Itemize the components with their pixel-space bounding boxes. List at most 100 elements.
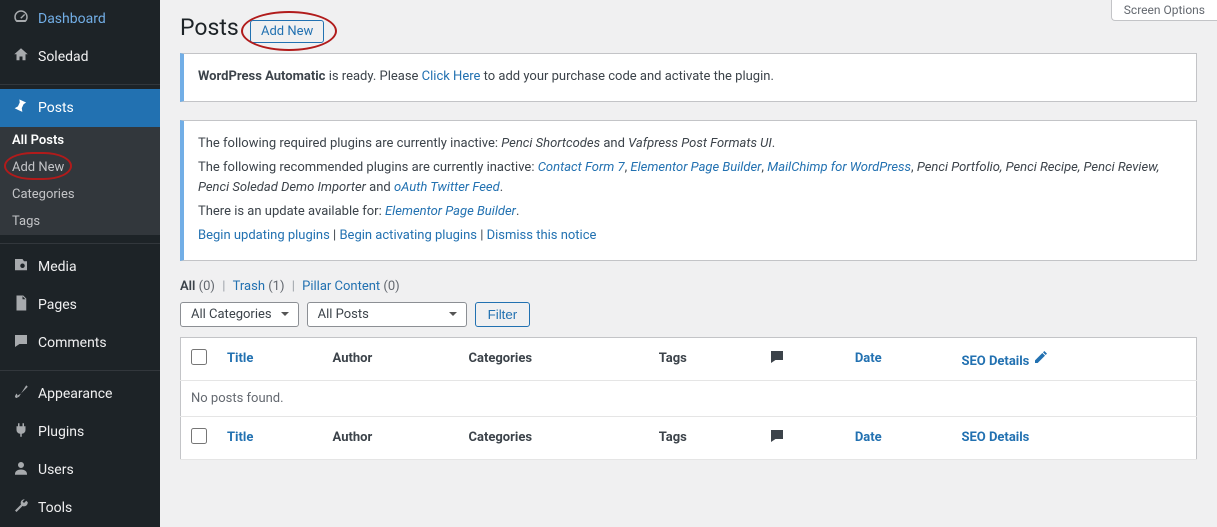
sidebar-item-label: Pages: [38, 297, 77, 313]
sidebar-separator: [0, 80, 160, 85]
sidebar-item-label: Posts: [38, 100, 74, 116]
view-trash-count: (1): [268, 279, 284, 294]
sidebar-item-comments[interactable]: Comments: [0, 324, 160, 362]
notice-text: and: [600, 136, 628, 151]
col-seo[interactable]: SEO Details: [951, 416, 1196, 459]
col-tags: Tags: [649, 337, 759, 380]
notice-em: Penci Shortcodes: [501, 136, 600, 151]
col-title[interactable]: Title: [217, 416, 323, 459]
main-content: Screen Options Posts Add New WordPress A…: [160, 0, 1217, 527]
comment-icon: [768, 434, 786, 449]
notice-text: is ready. Please: [329, 69, 422, 84]
sidebar-item-label: Appearance: [38, 386, 112, 402]
select-all-checkbox-footer[interactable]: [191, 428, 207, 444]
page-title: Posts: [180, 14, 239, 41]
notice-strong: WordPress Automatic: [198, 69, 329, 84]
view-trash[interactable]: Trash: [233, 279, 265, 294]
pencil-icon: [1033, 354, 1049, 369]
view-pillar-count: (0): [383, 279, 399, 294]
sidebar-item-label: Soledad: [38, 49, 89, 65]
sidebar-item-appearance[interactable]: Appearance: [0, 375, 160, 413]
col-categories: Categories: [459, 337, 649, 380]
sidebar-submenu-posts: All Posts Add New Categories Tags: [0, 127, 160, 235]
notice-text: to add your purchase code and activate t…: [480, 69, 773, 84]
notice-text: There is an update available for:: [198, 204, 385, 219]
view-pillar[interactable]: Pillar Content: [302, 279, 380, 294]
select-all-checkbox[interactable]: [191, 349, 207, 365]
notice-link-click-here[interactable]: Click Here: [422, 69, 481, 84]
sidebar-item-label: Plugins: [38, 424, 84, 440]
wrench-icon: [12, 497, 30, 519]
submenu-all-posts[interactable]: All Posts: [0, 127, 160, 154]
page-icon: [12, 294, 30, 316]
sidebar-item-label: Media: [38, 259, 77, 275]
submenu-add-new[interactable]: Add New: [0, 154, 160, 181]
media-icon: [12, 256, 30, 278]
brush-icon: [12, 383, 30, 405]
notice-link[interactable]: MailChimp for WordPress: [767, 160, 911, 175]
table-footer-row: Title Author Categories Tags Date SEO De…: [181, 416, 1197, 459]
sidebar-item-label: Tools: [38, 500, 72, 516]
notice-link[interactable]: Elementor Page Builder: [385, 204, 516, 219]
posts-table: Title Author Categories Tags Date SEO De…: [180, 337, 1197, 460]
submenu-tags[interactable]: Tags: [0, 208, 160, 235]
list-views: All (0) | Trash (1) | Pillar Content (0): [180, 279, 1197, 294]
link-begin-activating[interactable]: Begin activating plugins: [339, 228, 477, 243]
gauge-icon: [12, 8, 30, 30]
col-author: Author: [323, 337, 459, 380]
screen-options-button[interactable]: Screen Options: [1111, 0, 1217, 21]
col-date[interactable]: Date: [845, 337, 952, 380]
add-new-button[interactable]: Add New: [250, 20, 324, 43]
filter-button[interactable]: Filter: [475, 302, 531, 327]
sidebar-item-label: Comments: [38, 335, 107, 351]
pin-icon: [12, 97, 30, 119]
filter-posts-select[interactable]: All Posts: [307, 302, 467, 327]
notice-text: and: [366, 180, 394, 195]
col-title[interactable]: Title: [217, 337, 323, 380]
sidebar-item-plugins[interactable]: Plugins: [0, 413, 160, 451]
sep: |: [292, 279, 298, 294]
col-categories: Categories: [459, 416, 649, 459]
col-seo[interactable]: SEO Details: [951, 337, 1196, 380]
sidebar-item-soledad[interactable]: Soledad: [0, 38, 160, 76]
col-author: Author: [323, 416, 459, 459]
sidebar-item-pages[interactable]: Pages: [0, 286, 160, 324]
sidebar-separator: [0, 239, 160, 244]
filter-categories-select[interactable]: All Categories: [180, 302, 299, 327]
sidebar-item-dashboard[interactable]: Dashboard: [0, 0, 160, 38]
link-begin-updating[interactable]: Begin updating plugins: [198, 228, 330, 243]
table-empty-row: No posts found.: [181, 380, 1197, 416]
sep: |: [477, 228, 487, 243]
submenu-categories[interactable]: Categories: [0, 181, 160, 208]
notice-link[interactable]: Contact Form 7: [538, 160, 625, 175]
sidebar-item-users[interactable]: Users: [0, 451, 160, 489]
sep: |: [330, 228, 340, 243]
view-all[interactable]: All: [180, 279, 195, 294]
notice-text: The following required plugins are curre…: [198, 136, 501, 151]
notice-plugins: The following required plugins are curre…: [180, 120, 1197, 261]
filter-bar: All Categories All Posts Filter: [180, 302, 1197, 327]
empty-message: No posts found.: [181, 380, 1197, 416]
col-comments[interactable]: [758, 416, 845, 459]
sidebar-item-label: Users: [38, 462, 74, 478]
link-dismiss-notice[interactable]: Dismiss this notice: [487, 228, 597, 243]
sidebar-item-posts[interactable]: Posts: [0, 89, 160, 127]
view-all-count: (0): [199, 279, 215, 294]
col-comments[interactable]: [758, 337, 845, 380]
sidebar-item-media[interactable]: Media: [0, 248, 160, 286]
plug-icon: [12, 421, 30, 443]
admin-sidebar: Dashboard Soledad Posts All Posts Add Ne…: [0, 0, 160, 527]
col-date[interactable]: Date: [845, 416, 952, 459]
notice-text: The following recommended plugins are cu…: [198, 160, 538, 175]
user-icon: [12, 459, 30, 481]
notice-link[interactable]: Elementor Page Builder: [630, 160, 761, 175]
notice-em: Vafpress Post Formats UI: [628, 136, 772, 151]
sidebar-item-tools[interactable]: Tools: [0, 489, 160, 527]
house-icon: [12, 46, 30, 68]
sep: |: [222, 279, 228, 294]
sidebar-item-label: Dashboard: [38, 11, 106, 27]
notice-automatic: WordPress Automatic is ready. Please Cli…: [180, 53, 1197, 102]
sidebar-separator: [0, 366, 160, 371]
comment-icon: [768, 355, 786, 370]
notice-link[interactable]: oAuth Twitter Feed: [394, 180, 500, 195]
